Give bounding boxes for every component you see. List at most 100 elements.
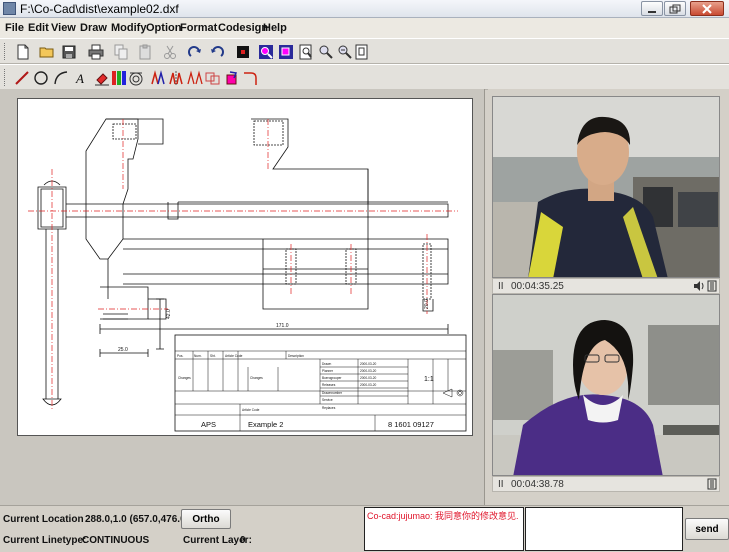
- open-file-button[interactable]: [37, 42, 57, 61]
- erase-icon: [95, 72, 109, 85]
- chat-input[interactable]: [525, 507, 683, 551]
- arc-icon: [54, 70, 68, 84]
- circle-icon: [34, 70, 48, 85]
- chat-log[interactable]: Co-cad:jujumao: 我同意你的修改意见.: [364, 507, 524, 551]
- cut-icon: [164, 45, 176, 59]
- move-icon: [151, 69, 165, 84]
- restore-icon: [669, 4, 681, 14]
- copy-icon: [114, 44, 128, 59]
- fillet-button[interactable]: [240, 68, 260, 87]
- copy-object-button[interactable]: [203, 68, 223, 87]
- color-icon: [112, 70, 126, 85]
- tb-role-releases: Releases: [322, 383, 336, 387]
- film-icon[interactable]: [706, 280, 718, 292]
- array-icon: [187, 70, 203, 84]
- text-button[interactable]: A: [70, 68, 90, 87]
- move-button[interactable]: [148, 68, 168, 87]
- svg-text:A: A: [75, 71, 84, 86]
- remote-pause-button[interactable]: II: [498, 281, 504, 292]
- zoom-realtime-button[interactable]: [316, 42, 336, 61]
- title-bar: F:\Co-Cad\dist\example02.dxf: [0, 0, 729, 18]
- title-block: Pos. Num. Sht. Article Code Description …: [174, 334, 467, 432]
- remote-video: [492, 96, 720, 278]
- film-icon[interactable]: [706, 478, 718, 490]
- menu-view[interactable]: View: [51, 22, 76, 34]
- tb-changes-2: Changes: [250, 376, 263, 380]
- line-button[interactable]: [12, 68, 32, 87]
- toolbar-grip[interactable]: [4, 43, 7, 60]
- toolbar-grip[interactable]: [4, 69, 7, 86]
- zoom-window-icon: [279, 44, 293, 59]
- video-conference-panel: II 00:04:35.25 II 00:04:38.78: [488, 89, 729, 505]
- send-button[interactable]: send: [685, 518, 729, 540]
- cut-button[interactable]: [160, 42, 180, 61]
- dimension-height2: 20.0: [424, 299, 430, 309]
- tb-article-code: Article Code: [242, 408, 260, 412]
- tb-date-2: 2000-03-20: [360, 369, 377, 373]
- projection-symbol-icon: [442, 388, 464, 398]
- rotate-button[interactable]: [222, 68, 242, 87]
- maximize-button[interactable]: [664, 1, 686, 16]
- open-folder-icon: [39, 47, 54, 57]
- close-icon: [702, 4, 712, 14]
- dimension-left: 25.0: [118, 347, 128, 353]
- menu-modify[interactable]: Modify: [111, 22, 146, 34]
- stop-button[interactable]: [233, 42, 253, 61]
- undo-icon: [211, 45, 224, 57]
- tb-header-sht: Sht.: [210, 354, 216, 358]
- ortho-button[interactable]: Ortho: [181, 509, 231, 529]
- print-button[interactable]: [86, 42, 106, 61]
- local-participant-image: [493, 295, 719, 475]
- location-value: 288.0,1.0 (657.0,476.0): [85, 514, 189, 525]
- array-button[interactable]: [185, 68, 205, 87]
- menu-option[interactable]: Option: [146, 22, 181, 34]
- close-button[interactable]: [690, 1, 724, 16]
- zoom-extents-button[interactable]: [296, 42, 316, 61]
- arc-button[interactable]: [51, 68, 71, 87]
- new-file-icon: [17, 44, 29, 59]
- menu-format[interactable]: Format: [180, 22, 217, 34]
- save-icon: [62, 45, 76, 58]
- dimension-overall: 171.0: [276, 323, 289, 329]
- tb-role-replaces: Replaces: [322, 406, 336, 410]
- undo-button[interactable]: [207, 42, 227, 61]
- redo-button[interactable]: [185, 42, 205, 61]
- tb-header-num: Num.: [194, 354, 202, 358]
- tb-date-4: 2000-03-20: [360, 383, 377, 387]
- menu-file[interactable]: File: [5, 22, 24, 34]
- layer-icon: [129, 72, 143, 85]
- paste-button[interactable]: [135, 42, 155, 61]
- menu-draw[interactable]: Draw: [80, 22, 107, 34]
- tb-date-3: 2000-03-20: [360, 376, 377, 380]
- app-icon: [3, 2, 16, 15]
- layer-value: 0: [240, 535, 246, 546]
- menu-edit[interactable]: Edit: [28, 22, 49, 34]
- location-label: Current Location: [3, 514, 84, 525]
- rotate-icon: [226, 70, 238, 84]
- minimize-button[interactable]: [641, 1, 663, 16]
- zoom-extents-icon: [299, 44, 312, 59]
- chat-message: 我同意你的修改意见.: [435, 511, 519, 521]
- tb-role-drawn: Drawn: [322, 362, 331, 366]
- speaker-icon[interactable]: [693, 280, 705, 292]
- new-file-button[interactable]: [13, 42, 33, 61]
- tb-company: APS: [201, 420, 216, 429]
- tb-drawing-number: 8 1601 09127: [388, 420, 434, 429]
- zoom-in-button[interactable]: [256, 42, 276, 61]
- tb-role-planner: Planner: [322, 369, 334, 373]
- menu-help[interactable]: Help: [263, 22, 287, 34]
- layer-button[interactable]: [126, 68, 146, 87]
- menu-codesign[interactable]: Codesign: [218, 22, 268, 34]
- copy-button[interactable]: [111, 42, 131, 61]
- mirror-button[interactable]: [166, 68, 186, 87]
- local-video: [492, 294, 720, 476]
- tb-role-drawnnumber: Drawnnumber: [322, 391, 343, 395]
- local-pause-button[interactable]: II: [498, 479, 504, 490]
- zoom-window-button[interactable]: [276, 42, 296, 61]
- circle-button[interactable]: [31, 68, 51, 87]
- zoom-previous-button[interactable]: [352, 42, 372, 61]
- tb-date-1: 2000-03-20: [360, 362, 377, 366]
- zoom-in-icon: [259, 44, 273, 59]
- save-button[interactable]: [59, 42, 79, 61]
- drawing-sheet[interactable]: 171.0 25.0 42.0 20.0 Pos. Num. Sht. Arti…: [17, 98, 473, 436]
